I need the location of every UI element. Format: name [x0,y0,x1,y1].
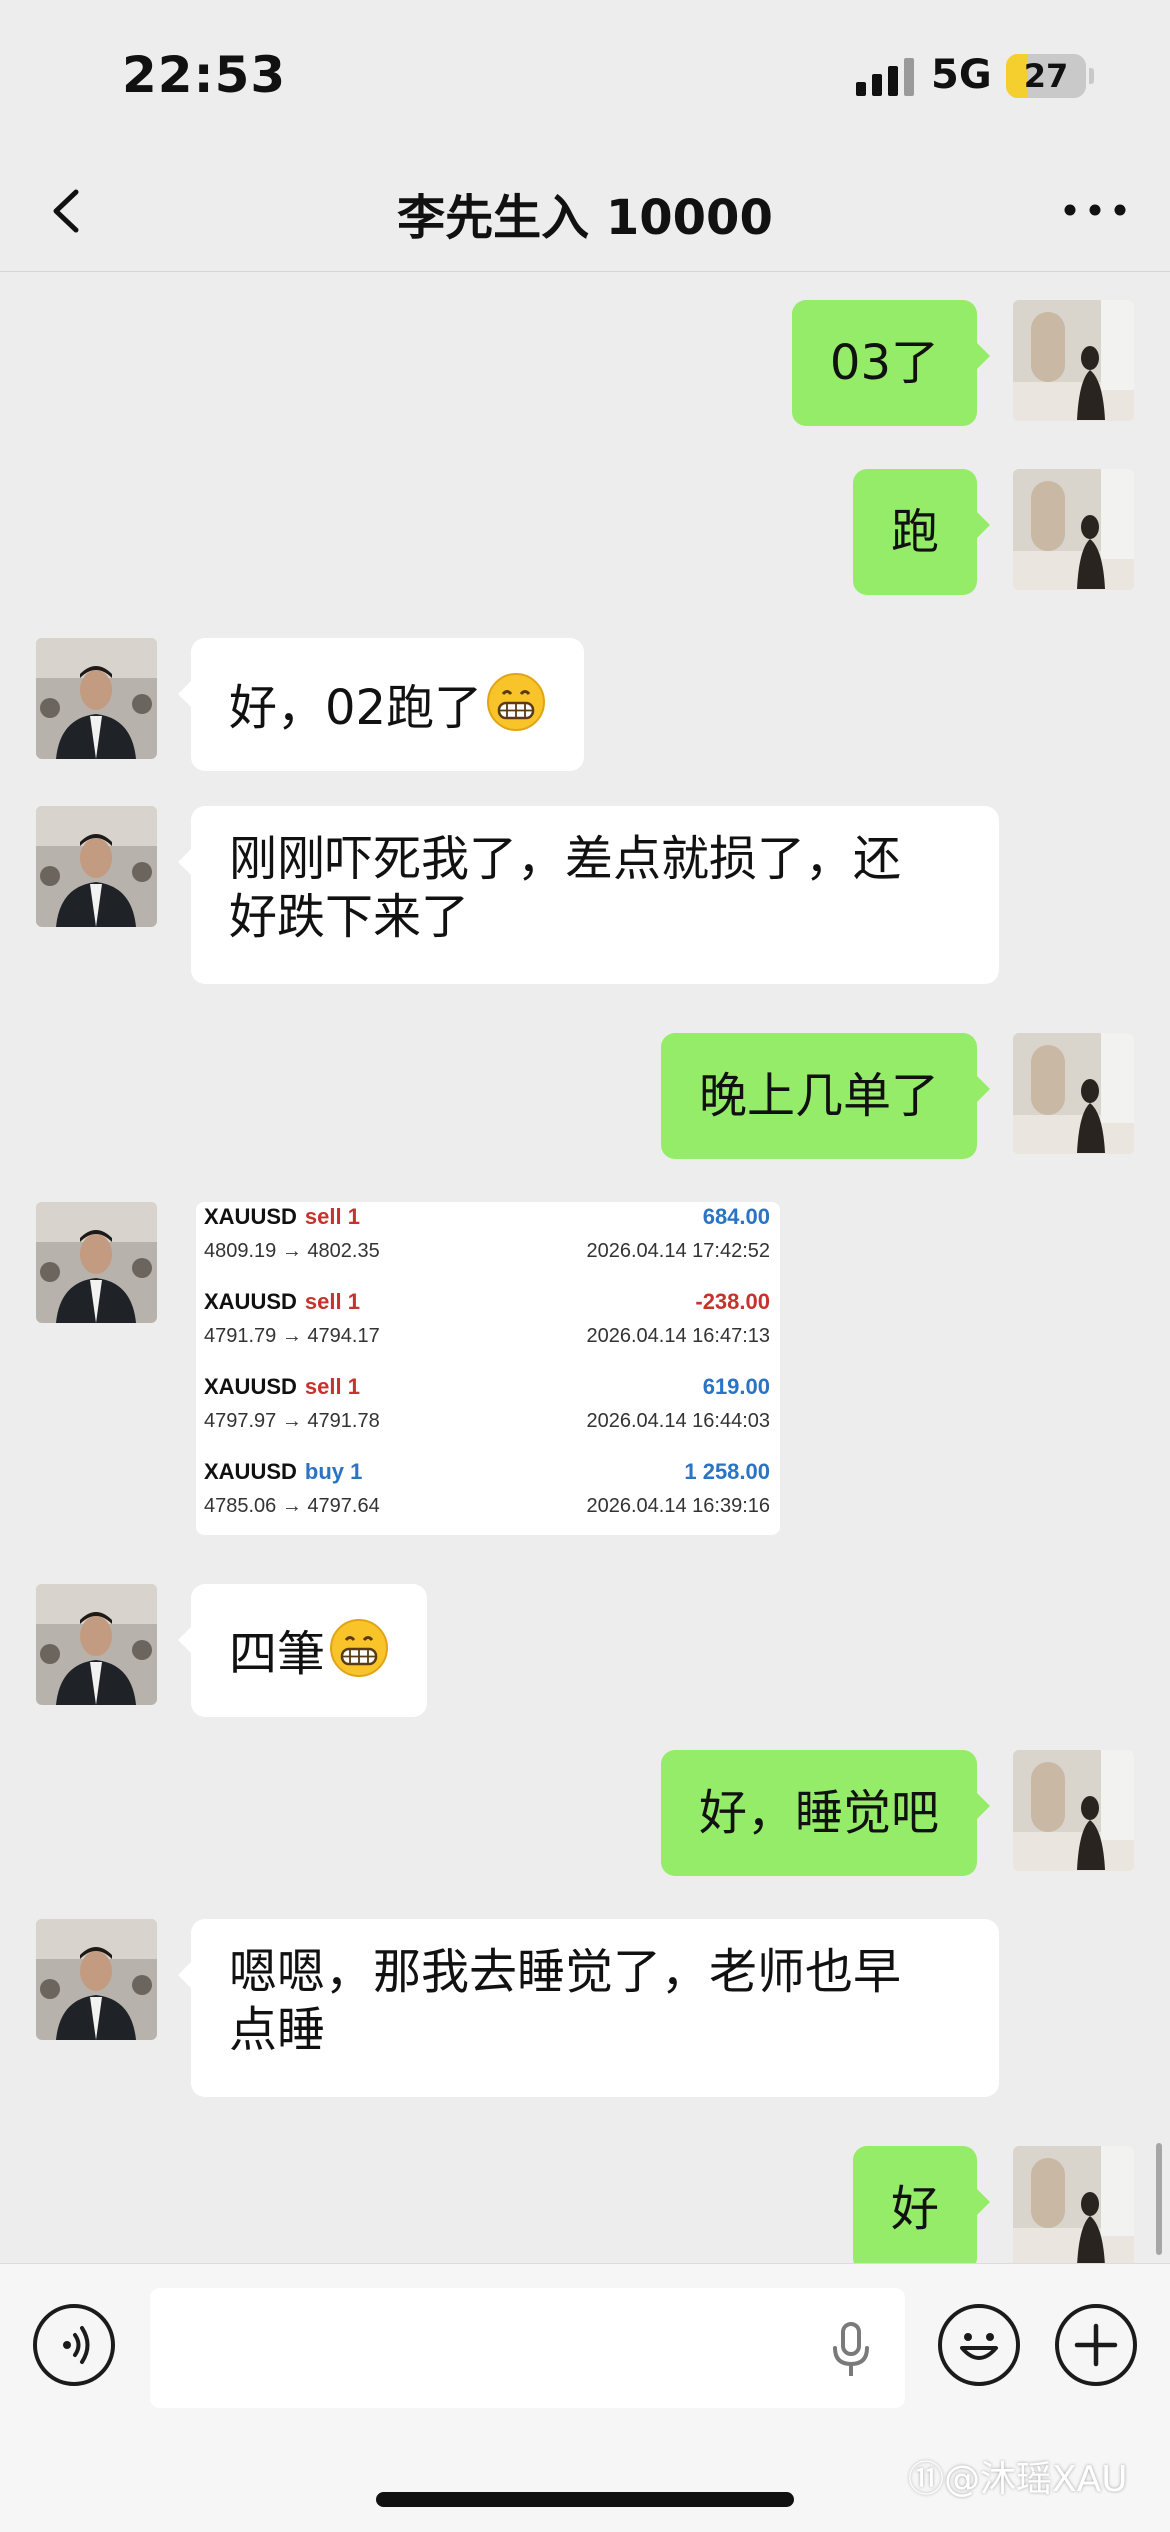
trade-profit: -238.00 [695,1289,770,1314]
trade-date: 2026.04.14 17:42:52 [586,1240,770,1262]
plus-icon [1074,2323,1118,2367]
message-text: 晚上几单了 [698,1068,939,1124]
message-bubble-outgoing[interactable]: 好，睡觉吧 [660,1750,991,1876]
contact-avatar[interactable] [36,1584,157,1705]
message-bubble-outgoing[interactable]: 跑 [852,469,991,595]
voice-toggle-button[interactable] [33,2304,115,2386]
trade-prices: 4791.79 → 4794.17 [204,1325,380,1347]
message-text: 好 [890,2181,939,2237]
chat-title: 李先生入 10000 [397,190,773,246]
chat-header: 李先生入 10000 [0,150,1170,272]
message-input[interactable] [150,2288,905,2408]
contact-avatar[interactable] [36,806,157,927]
smiley-icon [960,2333,998,2360]
trade-profit: 684.00 [702,1204,770,1229]
trade-side: sell 1 [304,1374,360,1399]
message-bubble-incoming[interactable]: 四筆 [177,1584,428,1717]
watermark-text: ⑪@沐瑶XAU [908,2459,1128,2500]
emoji-button[interactable] [938,2304,1020,2386]
cellular-signal-icon [856,58,914,96]
message-text: 好，02跑了 [229,680,483,736]
network-type: 5G [931,52,992,98]
trade-prices: 4809.19 → 4802.35 [204,1240,380,1262]
trade-side: buy 1 [304,1459,363,1484]
my-avatar[interactable] [1013,300,1134,421]
message-text: 四筆 [229,1626,326,1682]
more-actions-button[interactable] [1055,2304,1137,2386]
trade-row: XAUUSD buy 1 4785.06 → 4797.64 1 258.00 2… [196,1459,780,1544]
trade-prices: 4785.06 → 4797.64 [204,1495,380,1517]
message-bubble-outgoing[interactable]: 03了 [791,300,991,426]
contact-avatar[interactable] [36,1919,157,2040]
my-avatar[interactable] [1013,469,1134,590]
message-text-line: 好跌下来了 [229,889,470,945]
grinning-face-emoji [487,673,546,731]
grinning-face-emoji [330,1619,389,1677]
my-avatar[interactable] [1013,2146,1134,2263]
home-indicator[interactable] [376,2492,794,2507]
message-text-line: 点睡 [229,2002,326,2058]
message-bubble-incoming[interactable]: 嗯嗯，那我去睡觉了，老师也早 点睡 [178,1919,999,2097]
trade-row: XAUUSD sell 1 4809.19 → 4802.35 684.00 20… [196,1204,780,1289]
trade-date: 2026.04.14 16:47:13 [586,1325,770,1347]
battery-tip [1089,68,1094,84]
trade-history-image[interactable]: XAUUSD sell 1 4809.19 → 4802.35 684.00 20… [196,1202,780,1535]
scrollbar-thumb[interactable] [1156,2143,1162,2255]
trade-symbol: XAUUSD [204,1459,297,1484]
message-text: 跑 [890,504,939,560]
battery-percent: 27 [1023,57,1069,95]
voice-icon [63,2326,90,2364]
message-text-line: 刚刚吓死我了，差点就损了，还 [229,831,902,887]
trade-side: sell 1 [304,1289,360,1314]
message-bubble-outgoing[interactable]: 好 [852,2146,991,2263]
my-avatar[interactable] [1013,1750,1134,1871]
more-button[interactable] [1060,180,1130,240]
contact-avatar[interactable] [36,1202,157,1323]
trade-symbol: XAUUSD [204,1289,297,1314]
input-bar: ⑪@沐瑶XAU [0,2263,1170,2532]
trade-profit: 1 258.00 [684,1459,770,1484]
message-bubble-incoming[interactable]: 好，02跑了 [177,638,585,771]
battery-icon: 27 [1006,54,1086,98]
trade-row: XAUUSD sell 1 4791.79 → 4794.17 -238.00 2… [196,1289,780,1374]
trade-symbol: XAUUSD [204,1374,297,1399]
trade-symbol: XAUUSD [204,1204,297,1229]
contact-avatar[interactable] [36,638,157,759]
trade-prices: 4797.97 → 4791.78 [204,1410,380,1432]
message-bubble-incoming[interactable]: 刚刚吓死我了，差点就损了，还 好跌下来了 [178,806,999,984]
message-list[interactable]: 03了 跑 好，02跑了 刚刚吓死我了，差点就损了，还 好跌下来了 晚上几单了 … [0,273,1170,2263]
trade-row: XAUUSD sell 1 4797.97 → 4791.78 619.00 20… [196,1374,780,1459]
trade-side: sell 1 [304,1204,360,1229]
more-dots-icon [1064,204,1126,216]
message-text: 03了 [829,335,939,391]
my-avatar[interactable] [1013,1033,1134,1154]
message-text-line: 嗯嗯，那我去睡觉了，老师也早 [229,1944,902,2000]
status-time: 22:53 [122,46,287,104]
trade-date: 2026.04.14 16:44:03 [586,1410,770,1432]
microphone-icon[interactable] [826,2320,876,2380]
message-bubble-outgoing[interactable]: 晚上几单了 [660,1033,991,1159]
message-text: 好，睡觉吧 [698,1785,939,1841]
trade-profit: 619.00 [702,1374,770,1399]
trade-date: 2026.04.14 16:39:16 [586,1495,770,1517]
status-bar: 22:53 5G 27 [0,0,1170,150]
